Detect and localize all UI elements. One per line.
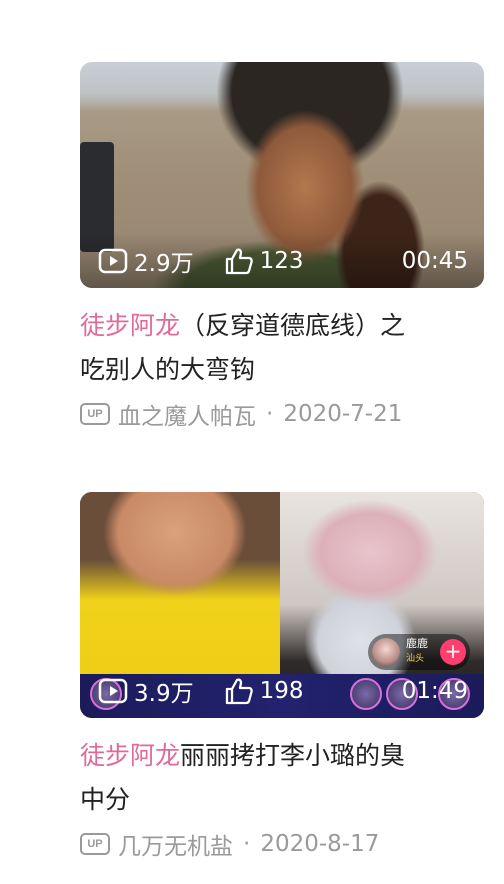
up-badge-icon: UP <box>80 833 110 855</box>
play-count-icon <box>98 678 128 704</box>
view-count: 3.9万 <box>98 674 194 708</box>
meta-separator: · <box>243 831 251 857</box>
video-stats: 3.9万 198 <box>98 674 333 708</box>
streamer-name: 鹿鹿 <box>406 637 428 650</box>
title-text-line2: 吃别人的大弯钩 <box>80 355 256 384</box>
like-count: 123 <box>224 247 304 275</box>
publish-date: 2020-8-17 <box>260 831 380 857</box>
live-streamer-badge: 鹿鹿 汕头 + <box>368 634 470 670</box>
video-duration: 01:49 <box>401 678 468 704</box>
streamer-location: 汕头 <box>406 654 425 664</box>
title-text-line2: 中分 <box>80 785 131 814</box>
video-card[interactable]: 鹿鹿 汕头 + 3.9万 198 01:49 徒步阿龙丽丽拷打李小璐的臭 中分 … <box>80 492 484 860</box>
view-count-value: 2.9万 <box>134 251 194 277</box>
up-badge-icon: UP <box>80 403 110 425</box>
video-meta: UP 几万无机盐 · 2020-8-17 <box>80 828 484 860</box>
like-thumb-icon <box>225 678 253 705</box>
play-count-icon <box>98 248 128 274</box>
video-card[interactable]: 2.9万 123 00:45 徒步阿龙（反穿道德底线）之 吃别人的大弯钩 UP … <box>80 62 484 430</box>
video-duration: 00:45 <box>401 248 468 274</box>
title-highlight: 徒步阿龙 <box>80 741 181 770</box>
view-count-value: 3.9万 <box>134 681 194 707</box>
video-title[interactable]: 徒步阿龙丽丽拷打李小璐的臭 中分 <box>80 734 470 822</box>
video-thumbnail[interactable]: 2.9万 123 00:45 <box>80 62 484 288</box>
title-highlight: 徒步阿龙 <box>80 311 181 340</box>
video-stats: 2.9万 123 <box>98 244 333 278</box>
video-thumbnail[interactable]: 鹿鹿 汕头 + 3.9万 198 01:49 <box>80 492 484 718</box>
like-thumb-icon <box>225 248 253 275</box>
streamer-avatar <box>372 638 400 666</box>
like-count-value: 123 <box>259 248 304 274</box>
title-text-line1: （反穿道德底线）之 <box>180 311 406 340</box>
author-name[interactable]: 几万无机盐 <box>118 827 233 861</box>
like-count-value: 198 <box>259 678 304 704</box>
video-feed: 2.9万 123 00:45 徒步阿龙（反穿道德底线）之 吃别人的大弯钩 UP … <box>0 0 504 884</box>
title-text-line1: 丽丽拷打李小璐的臭 <box>180 741 406 770</box>
viewer-avatar <box>350 678 382 710</box>
video-meta: UP 血之魔人帕瓦 · 2020-7-21 <box>80 398 484 430</box>
author-name[interactable]: 血之魔人帕瓦 <box>118 397 256 431</box>
video-title[interactable]: 徒步阿龙（反穿道德底线）之 吃别人的大弯钩 <box>80 304 470 392</box>
publish-date: 2020-7-21 <box>283 401 403 427</box>
meta-separator: · <box>266 401 274 427</box>
follow-plus-icon: + <box>440 639 466 665</box>
like-count: 198 <box>224 677 304 705</box>
view-count: 2.9万 <box>98 244 194 278</box>
